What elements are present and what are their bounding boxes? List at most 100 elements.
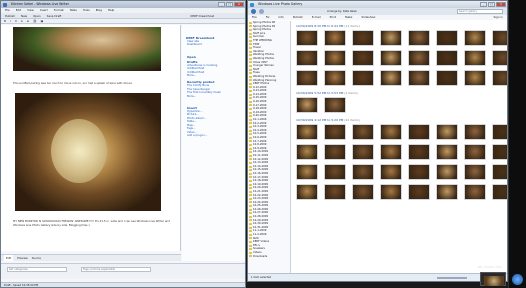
photo-thumbnail[interactable] [492,124,507,140]
photo-thumbnail[interactable] [352,30,374,46]
add-plugin-link[interactable]: Add a plug-in... [187,133,245,137]
photo-thumbnail[interactable] [492,144,507,160]
photo-thumbnail[interactable] [296,70,318,86]
gallery-menu-make[interactable]: Make [345,15,352,20]
group-header[interactable]: 10/30/2009 4:12 PM to 5:20 PM (24 items) [296,118,507,122]
new-button[interactable]: New [20,13,28,18]
photo-thumbnail[interactable] [464,30,486,46]
photo-thumbnail[interactable] [380,30,402,46]
menu-tools[interactable]: Tools [83,8,90,13]
photo-thumbnail[interactable] [492,164,507,180]
photo-thumbnail[interactable] [296,124,318,140]
photo-thumbnail[interactable] [324,184,346,200]
tab-edit[interactable]: Edit [4,255,14,261]
photo-thumbnail[interactable] [324,164,346,180]
save-draft-button[interactable]: Save Draft [46,13,63,18]
folder-item[interactable]: Downloads [248,255,290,259]
photo-thumbnail[interactable] [324,30,346,46]
photo-thumbnail[interactable] [464,184,486,200]
dashboard-link[interactable]: Dashboard [187,42,245,46]
tab-preview[interactable]: Preview [17,255,27,261]
categories-field[interactable]: Set categories [7,267,67,272]
photo-thumbnail[interactable] [436,164,458,180]
minimize-button[interactable]: _ [480,2,487,7]
search-field[interactable]: Search gallery [457,9,503,14]
photo-thumbnail[interactable] [296,184,318,200]
filter-dropdown[interactable]: Arrange by: Date taken [327,10,357,13]
photo-thumbnail[interactable] [492,50,507,66]
photo-thumbnail[interactable] [408,124,430,140]
italic-icon[interactable]: I [10,19,11,23]
bullets-icon[interactable]: ≡ [27,19,29,23]
photo-thumbnail[interactable] [352,184,374,200]
photo-thumbnail[interactable] [352,70,374,86]
gallery-menu-publish[interactable]: Publish [293,15,303,20]
photo-thumbnail[interactable] [380,70,402,86]
photo-thumbnail[interactable] [380,124,402,140]
minimize-button[interactable]: _ [218,2,225,7]
photo-thumbnail[interactable] [324,124,346,140]
photo-thumbnail[interactable] [296,50,318,66]
photo-thumbnail[interactable] [436,70,458,86]
font-color-icon[interactable]: A [21,19,23,23]
tags-field[interactable]: Tags (comma separated) [81,267,151,272]
photo-thumbnail[interactable] [408,164,430,180]
gallery-menu-print[interactable]: Print [330,15,336,20]
photo-thumbnail[interactable] [296,164,318,180]
maximize-button[interactable]: □ [488,2,495,7]
tab-source[interactable]: Source [32,255,41,261]
photo-thumbnail[interactable] [436,30,458,46]
drafts-more-link[interactable]: More... [187,73,245,77]
close-button[interactable]: × [234,2,244,7]
back-icon[interactable] [251,9,256,14]
gallery-menu-slideshow[interactable]: Slideshow [361,15,375,20]
photo-thumbnail[interactable] [408,70,430,86]
photo-thumbnail[interactable] [464,50,486,66]
photo-thumbnail[interactable] [408,144,430,160]
photo-thumbnail[interactable] [464,124,486,140]
post-editor[interactable]: This purified pairing was too much to mo… [1,25,181,251]
photo-thumbnail[interactable] [380,144,402,160]
maximize-button[interactable]: □ [226,2,233,7]
photo-thumbnail[interactable] [324,50,346,66]
photo-thumbnail[interactable] [352,50,374,66]
photo-thumbnail[interactable] [436,50,458,66]
photo-thumbnail[interactable] [296,144,318,160]
photo-thumbnail[interactable] [464,144,486,160]
photo-thumbnail[interactable] [324,70,346,86]
link-icon[interactable]: ⛓ [33,19,37,23]
bold-icon[interactable]: B [4,19,6,23]
taskbar-preview[interactable] [480,272,506,286]
photo-thumbnail[interactable] [352,144,374,160]
gallery-menu-fix[interactable]: Fix [266,15,270,20]
menu-blog[interactable]: Blog [96,8,102,13]
open-button[interactable]: Open [32,13,41,18]
zoom-slider[interactable] [437,277,467,279]
photo-thumbnail[interactable] [408,50,430,66]
photo-thumbnail[interactable] [464,70,486,86]
photo-thumbnail[interactable] [380,184,402,200]
menu-table[interactable]: Table [70,8,77,13]
photo-thumbnail[interactable] [492,30,507,46]
photo-thumbnail[interactable] [380,50,402,66]
recent-more-link[interactable]: More... [187,94,245,98]
photo-thumbnail[interactable] [464,164,486,180]
photo-thumbnail[interactable] [324,144,346,160]
gallery-menu-info[interactable]: Info [279,15,284,20]
blog-selector[interactable]: KERF Dreamhost [190,13,215,18]
group-header[interactable]: 10/30/2009 5:52 PM to 5:53 PM (2 items) [296,91,507,95]
photo-thumbnail[interactable] [296,97,318,113]
gallery-menu-email[interactable]: E-mail [312,15,321,20]
menu-help[interactable]: Help [108,8,114,13]
photo-thumbnail[interactable] [296,30,318,46]
photo-thumbnail[interactable] [324,97,346,113]
photo-thumbnail[interactable] [380,164,402,180]
publish-button[interactable]: Publish [4,13,16,18]
photo-thumbnail[interactable] [492,70,507,86]
gallery-menu-file[interactable]: File [252,15,257,20]
photo-thumbnail[interactable] [352,124,374,140]
close-button[interactable]: × [496,2,506,7]
underline-icon[interactable]: U [15,19,17,23]
picture-icon[interactable]: ▣ [41,19,44,23]
sign-in-link[interactable]: Sign in [493,15,503,20]
